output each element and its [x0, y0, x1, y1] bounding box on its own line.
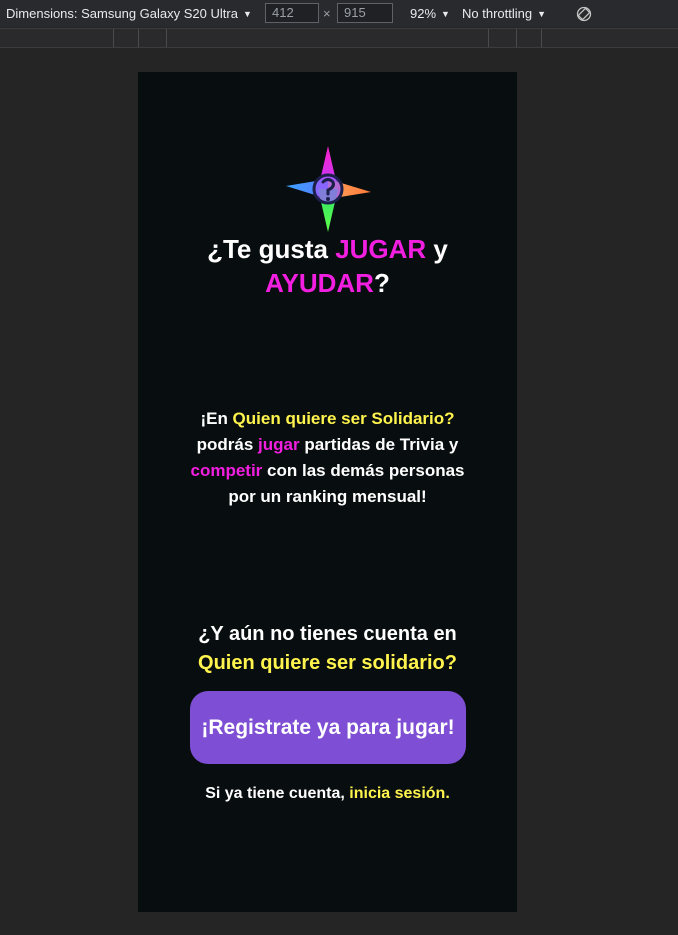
height-input[interactable]: 915	[337, 3, 393, 23]
throttling-selector[interactable]: No throttling ▼	[462, 0, 546, 27]
intro-brand-name: Quien quiere ser Solidario?	[232, 409, 455, 428]
chevron-down-icon: ▼	[242, 8, 252, 19]
intro-text: partidas de Trivia y	[299, 435, 459, 454]
login-prompt: Si ya tiene cuenta, inicia sesión.	[138, 783, 517, 805]
zoom-value: 92%	[410, 6, 437, 21]
headline-text: ?	[373, 268, 390, 298]
zoom-selector[interactable]: 92% ▼	[410, 0, 450, 27]
ruler-tick	[166, 29, 167, 47]
headline-text: y	[426, 234, 448, 264]
chevron-down-icon: ▼	[441, 8, 450, 19]
intro-text: por un ranking mensual!	[228, 487, 427, 506]
signup-question: ¿Y aún no tienes cuenta en Quien quiere …	[138, 620, 517, 678]
rotate-button[interactable]	[576, 0, 592, 27]
headline-highlight-jugar: JUGAR	[335, 234, 427, 264]
intro-text: podrás	[196, 435, 259, 454]
ruler-tick	[488, 29, 489, 47]
times-separator: ×	[323, 6, 331, 21]
intro-text: ¡En	[200, 409, 233, 428]
intro-paragraph: ¡En Quien quiere ser Solidario? podrás j…	[158, 406, 497, 510]
media-query-ruler	[0, 28, 678, 48]
rotate-icon	[576, 6, 592, 21]
intro-highlight-competir: competir	[190, 461, 263, 480]
headline-text: ¿Te gusta	[207, 234, 336, 264]
ruler-tick	[138, 29, 139, 47]
width-input[interactable]: 412	[265, 3, 319, 23]
ruler-tick	[113, 29, 114, 47]
device-viewport: ¿Te gusta JUGAR y AYUDAR? ¡En Quien quie…	[138, 72, 517, 912]
headline-highlight-ayudar: AYUDAR	[265, 268, 374, 298]
devtools-device-toolbar: Dimensions: Samsung Galaxy S20 Ultra ▼ 4…	[0, 0, 678, 27]
device-selector[interactable]: Dimensions: Samsung Galaxy S20 Ultra ▼	[6, 0, 252, 27]
register-button[interactable]: ¡Registrate ya para jugar!	[190, 691, 466, 764]
headline: ¿Te gusta JUGAR y AYUDAR?	[138, 232, 517, 300]
ruler-tick	[541, 29, 542, 47]
intro-highlight-jugar: jugar	[258, 435, 300, 454]
login-prompt-text: Si ya tiene cuenta,	[205, 785, 350, 802]
question-brand-name: Quien quiere ser solidario?	[198, 652, 457, 674]
throttling-value: No throttling	[462, 6, 533, 21]
compass-logo-icon	[286, 146, 371, 232]
chevron-down-icon: ▼	[537, 8, 547, 19]
device-dimensions-label: Dimensions: Samsung Galaxy S20 Ultra	[6, 6, 238, 21]
question-text: ¿Y aún no tienes cuenta en	[198, 623, 457, 645]
ruler-tick	[516, 29, 517, 47]
intro-text: con las demás personas	[262, 461, 465, 480]
login-link[interactable]: inicia sesión.	[349, 785, 449, 802]
